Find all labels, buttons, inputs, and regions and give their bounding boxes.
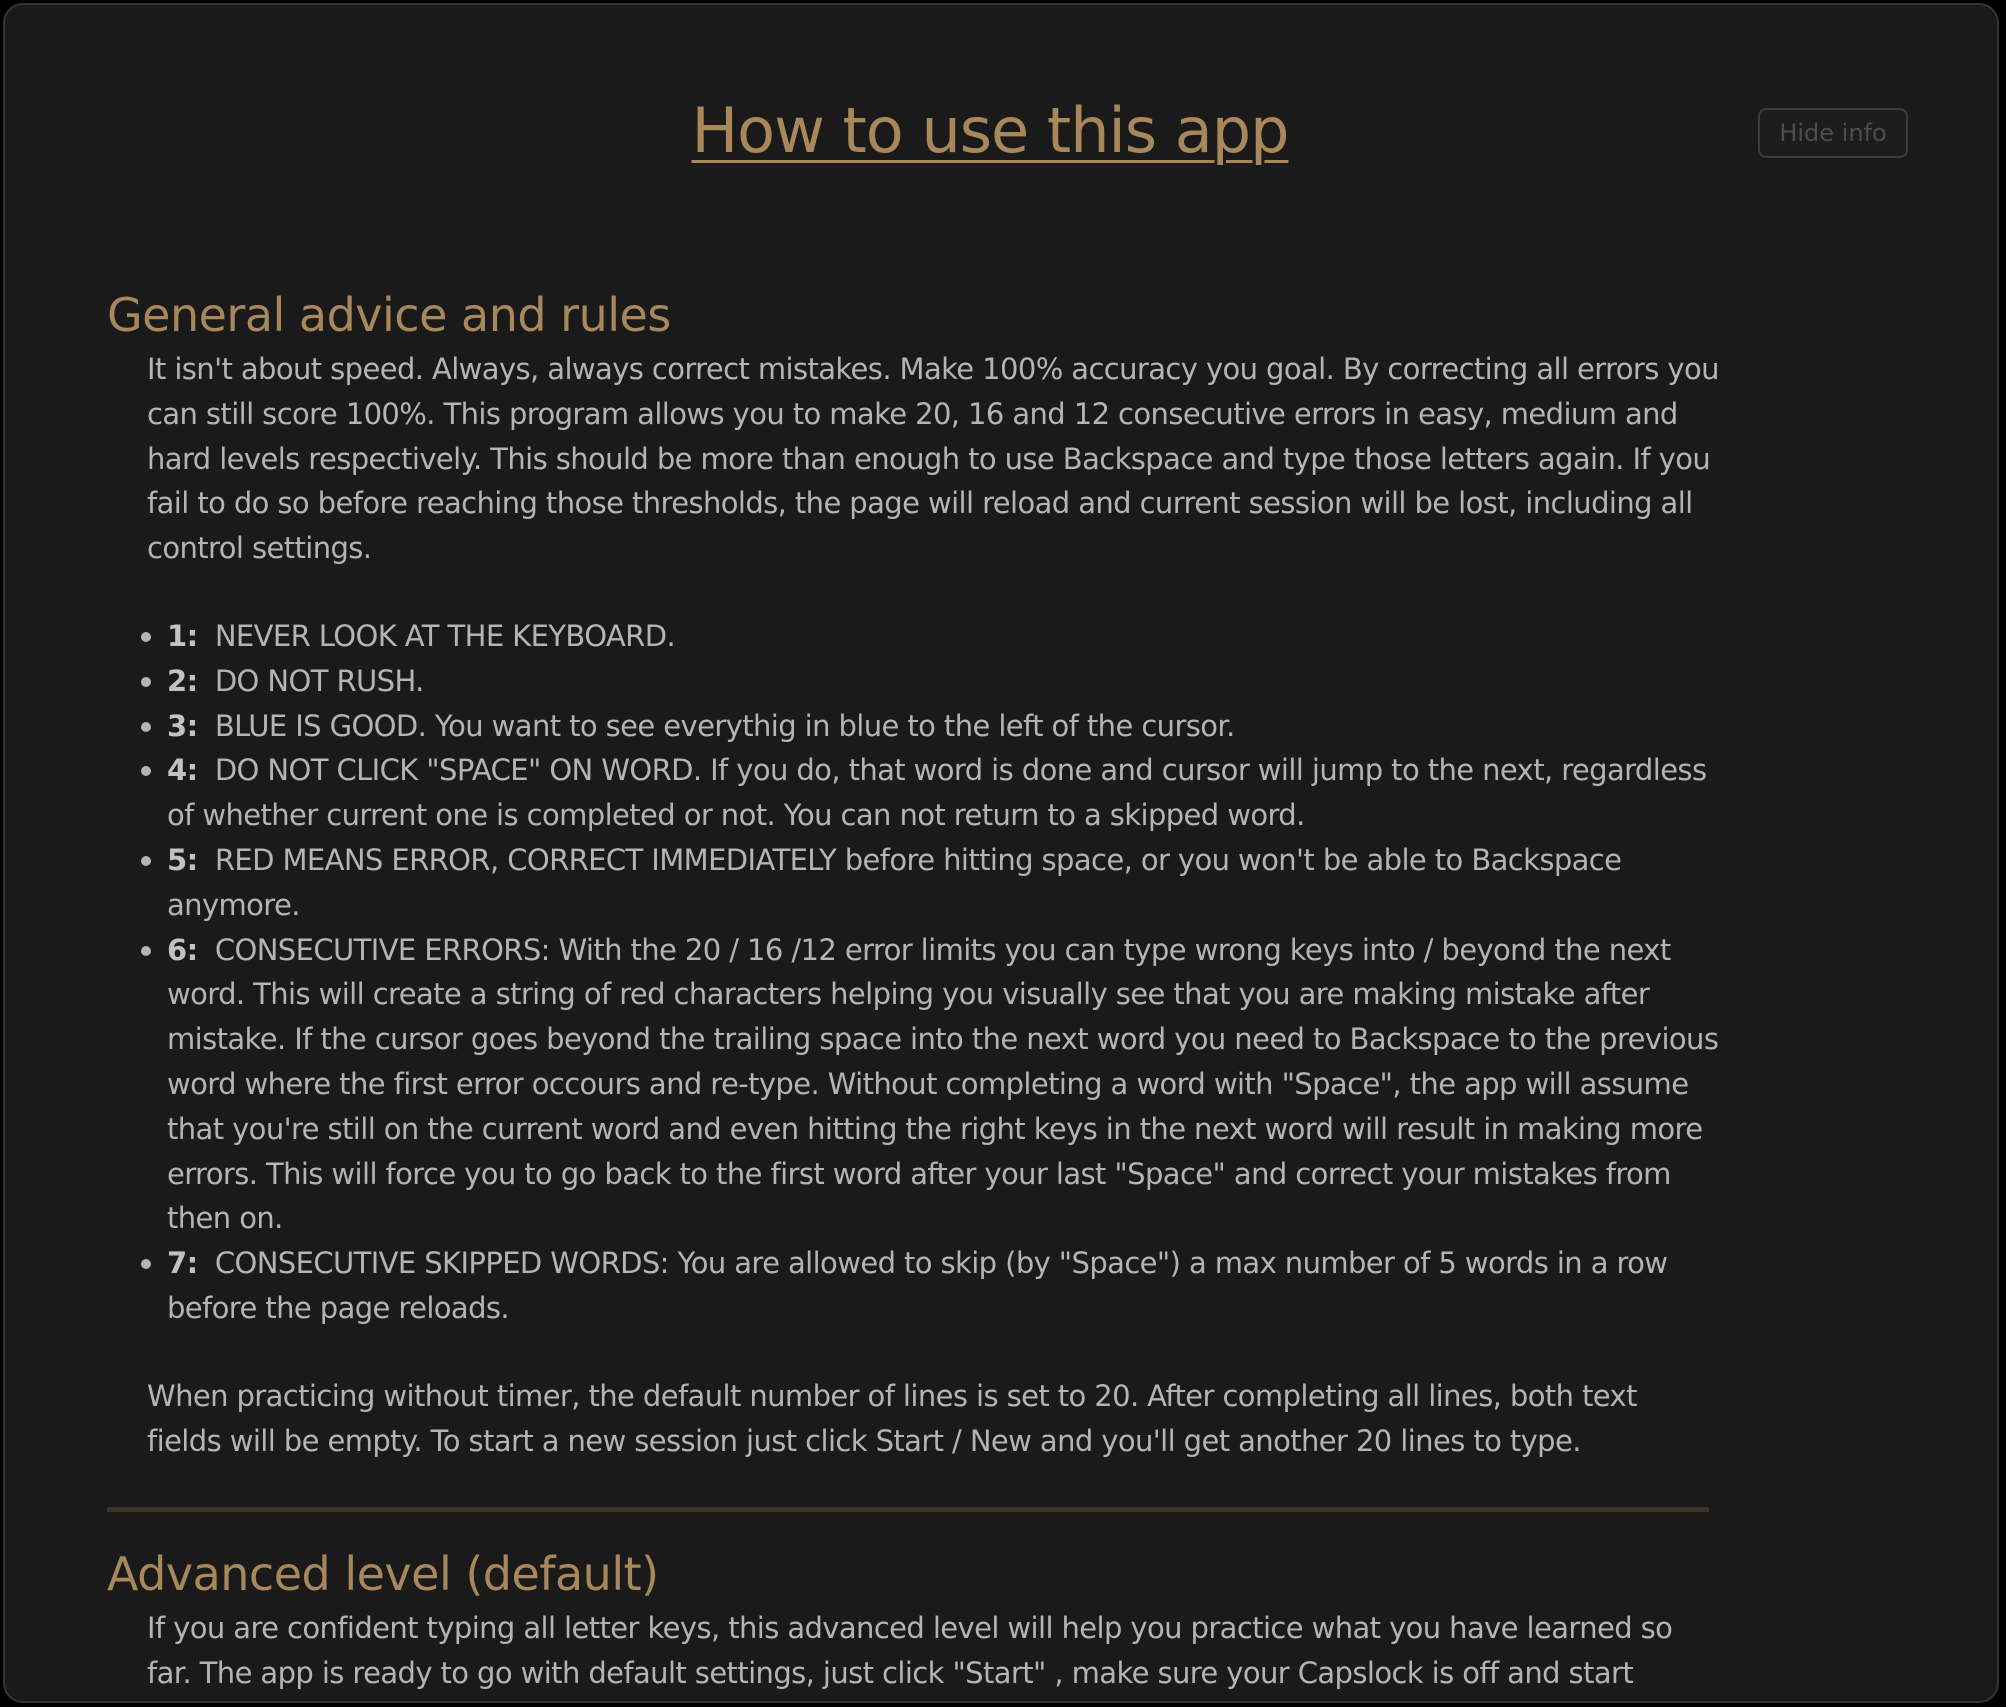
rule-item: 1: NEVER LOOK AT THE KEYBOARD. [141, 614, 1737, 659]
rule-text: DO NOT RUSH. [214, 663, 425, 698]
general-advice-heading: General advice and rules [107, 288, 671, 342]
page-title: How to use this app [691, 94, 1290, 167]
rule-item: 7: CONSECUTIVE SKIPPED WORDS: You are al… [141, 1241, 1737, 1331]
info-content: General advice and rules It isn't about … [107, 283, 1719, 1701]
rule-text: NEVER LOOK AT THE KEYBOARD. [214, 618, 676, 653]
advanced-level-paragraph: If you are confident typing all letter k… [147, 1611, 1705, 1701]
rule-item: 6: CONSECUTIVE ERRORS: With the 20 / 16 … [141, 928, 1737, 1242]
hide-info-button[interactable]: Hide info [1758, 108, 1908, 158]
rule-number: 3: [167, 708, 198, 743]
rule-text: CONSECUTIVE ERRORS: With the 20 / 16 /12… [167, 932, 1719, 1236]
rule-item: 5: RED MEANS ERROR, CORRECT IMMEDIATELY … [141, 838, 1737, 928]
rule-text: BLUE IS GOOD. You want to see everythig … [214, 708, 1235, 743]
rule-number: 5: [167, 842, 198, 877]
rule-number: 6: [167, 932, 198, 967]
rule-number: 7: [167, 1246, 198, 1281]
rule-text: DO NOT CLICK "SPACE" ON WORD. If you do,… [167, 753, 1707, 833]
rule-text: RED MEANS ERROR, CORRECT IMMEDIATELY bef… [167, 842, 1622, 922]
rule-number: 4: [167, 753, 198, 788]
rules-list: 1: NEVER LOOK AT THE KEYBOARD. 2: DO NOT… [107, 614, 1737, 1331]
rule-item: 4: DO NOT CLICK "SPACE" ON WORD. If you … [141, 748, 1737, 838]
general-outro-paragraph: When practicing without timer, the defau… [147, 1378, 1637, 1458]
rule-number: 1: [167, 618, 198, 653]
section-divider [107, 1507, 1709, 1513]
general-intro-paragraph: It isn't about speed. Always, always cor… [147, 352, 1719, 566]
app-window: How to use this app Hide info General ad… [3, 3, 1999, 1703]
rule-item: 3: BLUE IS GOOD. You want to see everyth… [141, 704, 1737, 749]
advanced-level-heading: Advanced level (default) [107, 1547, 659, 1602]
rule-item: 2: DO NOT RUSH. [141, 659, 1737, 704]
rule-number: 2: [167, 663, 198, 698]
rule-text: CONSECUTIVE SKIPPED WORDS: You are allow… [167, 1246, 1668, 1325]
